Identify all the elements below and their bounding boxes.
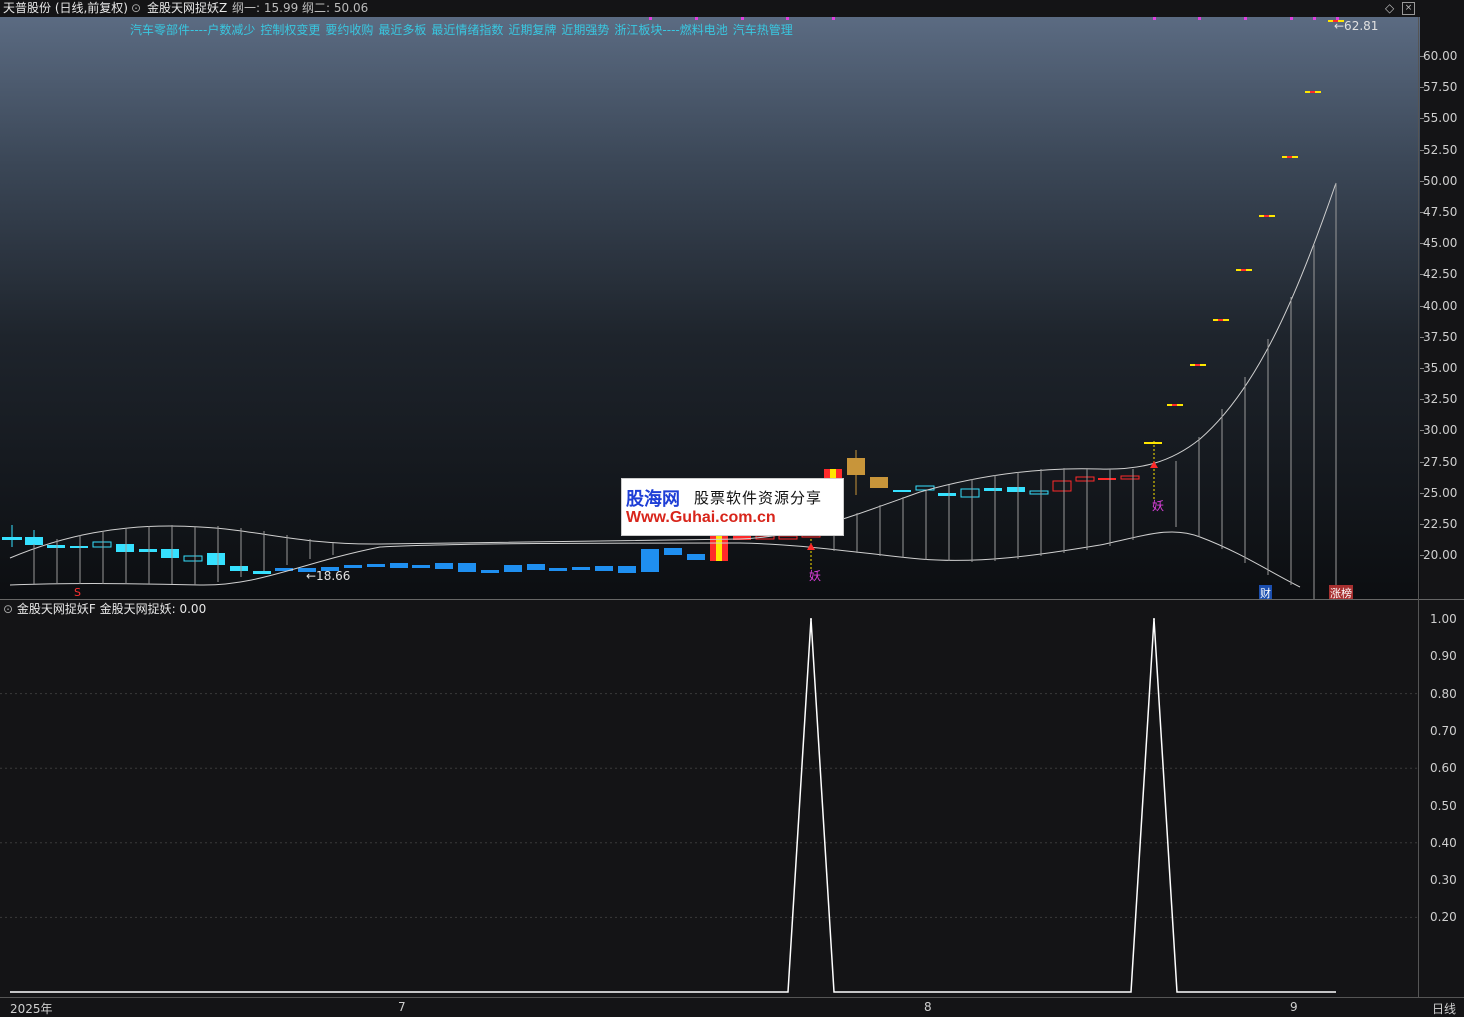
price-tick-label: 52.50 [1423,142,1458,157]
indicator-name[interactable]: 金股天网捉妖Z [147,0,227,16]
stock-title[interactable]: 天普股份 (日线,前复权) [3,0,128,16]
candle [161,549,179,558]
candle [572,567,590,570]
price-tick-label: 47.50 [1423,205,1458,219]
watermark-logo: 股海网 股票软件资源分享 Www.Guhai.com.cn [621,478,844,536]
candle [1029,490,1049,495]
signal-series-line [10,618,1336,993]
top-dot-markers [649,17,1339,20]
candle [1144,442,1162,444]
candle [664,548,682,555]
signal-tick-label: 1.00 [1430,612,1457,626]
signal-tick-label: 0.50 [1430,798,1457,813]
candle [116,544,134,552]
price-tick-label: 37.50 [1423,329,1458,344]
price-tick-label: 42.50 [1423,267,1458,282]
axis-divider [1418,17,1419,998]
close-icon[interactable]: × [1402,2,1415,15]
yao-label: 妖 [809,569,822,583]
candle [595,566,613,571]
signal-peak-point [1153,618,1155,620]
candle [230,566,248,571]
candle [390,563,408,568]
channel-fill-lines [33,183,1337,599]
candle [458,563,476,572]
candle [47,545,65,548]
candle [207,553,225,565]
candle [344,565,362,568]
price-tick-label: 60.00 [1423,49,1458,63]
candle [893,490,911,492]
candle [435,563,453,569]
candle [618,566,636,573]
signal-peak-point [810,618,812,620]
yao-label: 妖 [1152,499,1165,513]
signal-chart-svg [0,618,1418,993]
candle [641,549,659,572]
candle [481,570,499,573]
watermark-url: Www.Guhai.com.cn [626,509,776,526]
candle [1052,480,1072,492]
watermark-tagline: 股票软件资源分享 [694,489,823,507]
candle [1075,476,1095,482]
candle [1120,475,1140,480]
candle [938,493,956,496]
signal-tick-label: 0.60 [1430,761,1457,776]
price-tick-label: 27.50 [1423,454,1458,469]
candle [549,568,567,571]
candle [527,564,545,570]
signal-tick-label: 0.80 [1430,686,1457,701]
candle [504,565,522,572]
candle [984,488,1002,491]
x-axis-label: 2025年 [10,1002,53,1016]
price-tick-label: 55.00 [1423,111,1458,126]
price-tick-label: 40.00 [1423,298,1458,313]
candle [253,571,271,574]
price-tick-label: 22.50 [1423,517,1458,531]
candle [687,554,705,560]
candle [70,546,88,548]
time-axis-divider [0,997,1464,998]
candle [367,564,385,567]
signal-tick-label: 0.30 [1430,873,1457,888]
candle [92,541,112,548]
candle [412,565,430,568]
price-tick-label: 45.00 [1423,236,1458,251]
price-tick-label: 25.00 [1423,485,1458,500]
candle [870,477,888,488]
price-tick-label: 30.00 [1423,423,1458,438]
top-info-bar: 天普股份 (日线,前复权) ⊙ 金股天网捉妖Z 纲一: 15.99 纲二: 50… [0,0,1464,17]
signal-tick-label: 0.20 [1430,910,1457,925]
candle [139,549,157,552]
period-button[interactable]: 日线 [1432,1000,1456,1017]
candle [778,535,798,540]
s-marker[interactable]: S [74,586,81,599]
high-price-label: ←62.81 [1334,19,1379,33]
candle [1007,487,1025,492]
collapse-icon[interactable]: ⊙ [131,0,141,16]
price-tick-label: 20.00 [1423,548,1458,563]
candle [847,458,865,475]
signal-tick-label: 0.70 [1430,723,1457,738]
candle [1098,478,1116,480]
watermark-brand: 股海网 [626,489,680,510]
price-tick-label: 57.50 [1423,80,1458,95]
price-tick-label: 50.00 [1423,173,1458,188]
candle [960,488,980,498]
signal-axis: 1.00 0.90 0.80 0.70 0.60 0.50 0.40 0.30 0.20 [1420,600,1464,998]
signal-tick-label: 0.90 [1430,649,1457,664]
price-axis: 60.00 57.50 55.00 52.50 50.00 47.50 45.00 42.50… [1420,17,1464,599]
diamond-icon[interactable]: ◇ [1385,0,1394,16]
low-price-label: ←18.66 [306,569,351,583]
price-tick-label: 35.00 [1423,361,1458,375]
signal-tick-label: 0.40 [1430,835,1457,850]
candle [183,555,203,562]
price-tick-label: 32.50 [1423,392,1458,407]
indicator-params: 纲一: 15.99 纲二: 50.06 [232,1,369,15]
